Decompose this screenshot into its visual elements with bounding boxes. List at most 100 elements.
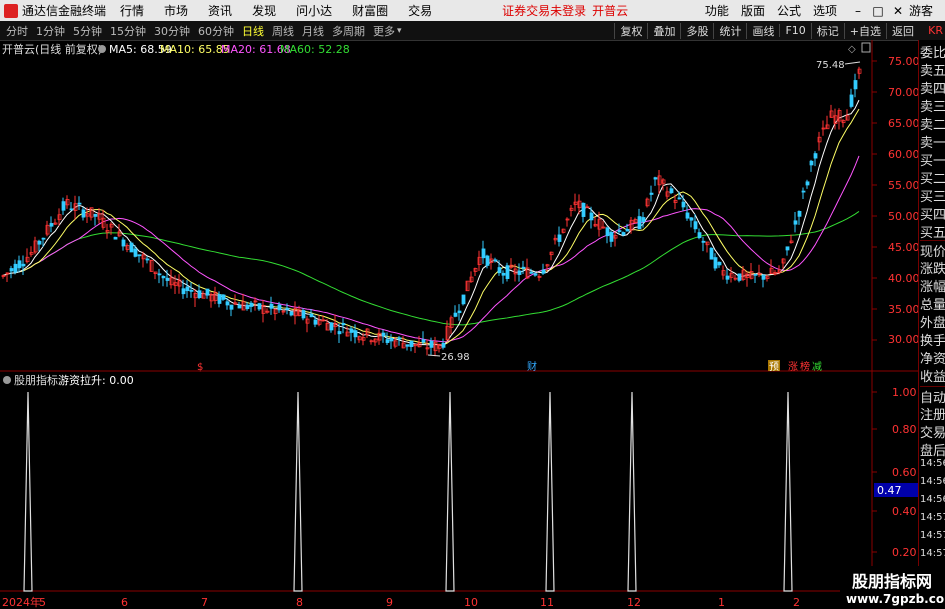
candle-body[interactable] — [9, 268, 14, 272]
side-panel-item[interactable]: 买三 — [920, 186, 945, 205]
period-weekly[interactable]: 周线 — [272, 23, 294, 39]
event-marker-forecast[interactable]: 预 — [769, 361, 779, 373]
candle-body[interactable] — [397, 337, 402, 340]
candle-body[interactable] — [581, 202, 586, 217]
candle-body[interactable] — [61, 201, 66, 211]
side-panel-item[interactable]: 涨幅 — [920, 276, 945, 295]
tool-add-watchlist[interactable]: +自选 — [843, 22, 886, 39]
menu-trade[interactable]: 交易 — [408, 2, 432, 19]
candle-body[interactable] — [753, 273, 758, 276]
period-daily[interactable]: 日线 — [242, 23, 264, 39]
candle-body[interactable] — [93, 214, 98, 217]
candle-body[interactable] — [385, 339, 390, 343]
candle-body[interactable] — [353, 330, 358, 338]
side-panel-item[interactable]: 卖一 — [920, 132, 945, 151]
side-panel-item[interactable]: 14:57 — [920, 548, 945, 559]
candle-body[interactable] — [725, 275, 730, 280]
candle-body[interactable] — [813, 153, 818, 159]
candle-body[interactable] — [309, 313, 314, 318]
event-marker-dollar[interactable]: $ — [197, 362, 203, 373]
candle-body[interactable] — [337, 331, 342, 335]
candle-body[interactable] — [713, 257, 718, 269]
candle-body[interactable] — [649, 192, 654, 195]
candle-body[interactable] — [137, 254, 142, 257]
candle-body[interactable] — [541, 269, 546, 274]
candle-body[interactable] — [637, 216, 642, 230]
candle-body[interactable] — [533, 273, 538, 276]
candle-body[interactable] — [329, 322, 334, 331]
event-marker-rank[interactable]: 榜 — [800, 360, 810, 373]
candle-body[interactable] — [521, 266, 526, 269]
event-marker-rise[interactable]: 涨 — [788, 361, 798, 373]
side-panel-item[interactable]: 卖五 — [920, 60, 945, 79]
period-monthly[interactable]: 月线 — [302, 23, 324, 39]
candle-body[interactable] — [257, 303, 262, 310]
candle-body[interactable] — [225, 301, 230, 306]
period-30min[interactable]: 30分钟 — [154, 23, 190, 39]
guest-label[interactable]: 游客 — [909, 2, 933, 19]
side-panel-item[interactable]: 买五 — [920, 222, 945, 241]
candle-body[interactable] — [501, 272, 506, 276]
candle-body[interactable] — [405, 344, 410, 347]
candle-body[interactable] — [205, 288, 210, 296]
side-panel-item[interactable]: 交易 — [920, 422, 945, 441]
tool-f10[interactable]: F10 — [779, 24, 810, 37]
side-panel-item[interactable]: 买二 — [920, 168, 945, 187]
candle-body[interactable] — [429, 340, 434, 348]
restore-icon[interactable]: □ — [869, 4, 887, 18]
candle-body[interactable] — [485, 255, 490, 266]
candle-body[interactable] — [21, 263, 26, 267]
candle-body[interactable] — [625, 228, 630, 232]
menu-layout[interactable]: 版面 — [741, 2, 765, 19]
candle-body[interactable] — [653, 177, 658, 180]
side-panel-item[interactable]: 盘后 — [920, 440, 945, 459]
candle-body[interactable] — [389, 338, 394, 342]
kline-chart[interactable]: 开普云(日线 前复权) MA5: 68.59 MA10: 65.85 MA20:… — [0, 40, 918, 609]
login-notice[interactable]: 证券交易未登录 — [502, 2, 586, 19]
candle-body[interactable] — [41, 237, 46, 240]
candle-body[interactable] — [269, 303, 274, 309]
side-panel-item[interactable]: 现价 — [920, 240, 945, 260]
menu-function[interactable]: 功能 — [705, 2, 729, 19]
candle-body[interactable] — [285, 307, 290, 310]
candle-body[interactable] — [81, 209, 86, 218]
candle-body[interactable] — [617, 230, 622, 232]
candle-body[interactable] — [157, 273, 162, 276]
tool-mark[interactable]: 标记 — [810, 22, 844, 39]
chevron-down-icon[interactable]: ▾ — [397, 26, 402, 36]
candle-body[interactable] — [13, 263, 18, 273]
candle-body[interactable] — [709, 247, 714, 260]
event-marker-finance[interactable]: 财 — [527, 360, 537, 373]
candle-body[interactable] — [129, 242, 134, 253]
side-panel-item[interactable]: 总量 — [920, 294, 945, 313]
candle-body[interactable] — [121, 239, 126, 247]
tool-multi-stock[interactable]: 多股 — [680, 22, 713, 39]
side-panel-item[interactable]: 14:56 — [920, 494, 945, 505]
candle-body[interactable] — [313, 319, 318, 325]
candle-body[interactable] — [461, 294, 466, 305]
candle-body[interactable] — [421, 339, 426, 343]
side-panel-item[interactable]: 净资 — [920, 348, 945, 367]
candle-body[interactable] — [685, 212, 690, 219]
candle-body[interactable] — [621, 232, 626, 236]
candle-body[interactable] — [809, 160, 814, 166]
candle-body[interactable] — [17, 260, 22, 269]
diamond-icon[interactable]: ◇ — [848, 44, 856, 55]
candle-body[interactable] — [801, 190, 806, 193]
menu-options[interactable]: 选项 — [813, 2, 837, 19]
candle-body[interactable] — [165, 277, 170, 281]
candle-body[interactable] — [557, 234, 562, 242]
candle-body[interactable] — [697, 232, 702, 239]
indicator-settings-icon[interactable] — [3, 376, 11, 384]
candle-body[interactable] — [785, 246, 790, 251]
candle-body[interactable] — [453, 312, 458, 317]
candle-body[interactable] — [669, 188, 674, 194]
candle-body[interactable] — [341, 323, 346, 326]
side-panel-item[interactable]: 自动 — [920, 386, 945, 406]
candle-body[interactable] — [505, 265, 510, 279]
candle-body[interactable] — [493, 259, 498, 262]
candle-body[interactable] — [689, 217, 694, 221]
period-tick[interactable]: 分时 — [6, 23, 28, 39]
candle-body[interactable] — [133, 248, 138, 257]
tool-adjust[interactable]: 复权 — [614, 22, 647, 39]
